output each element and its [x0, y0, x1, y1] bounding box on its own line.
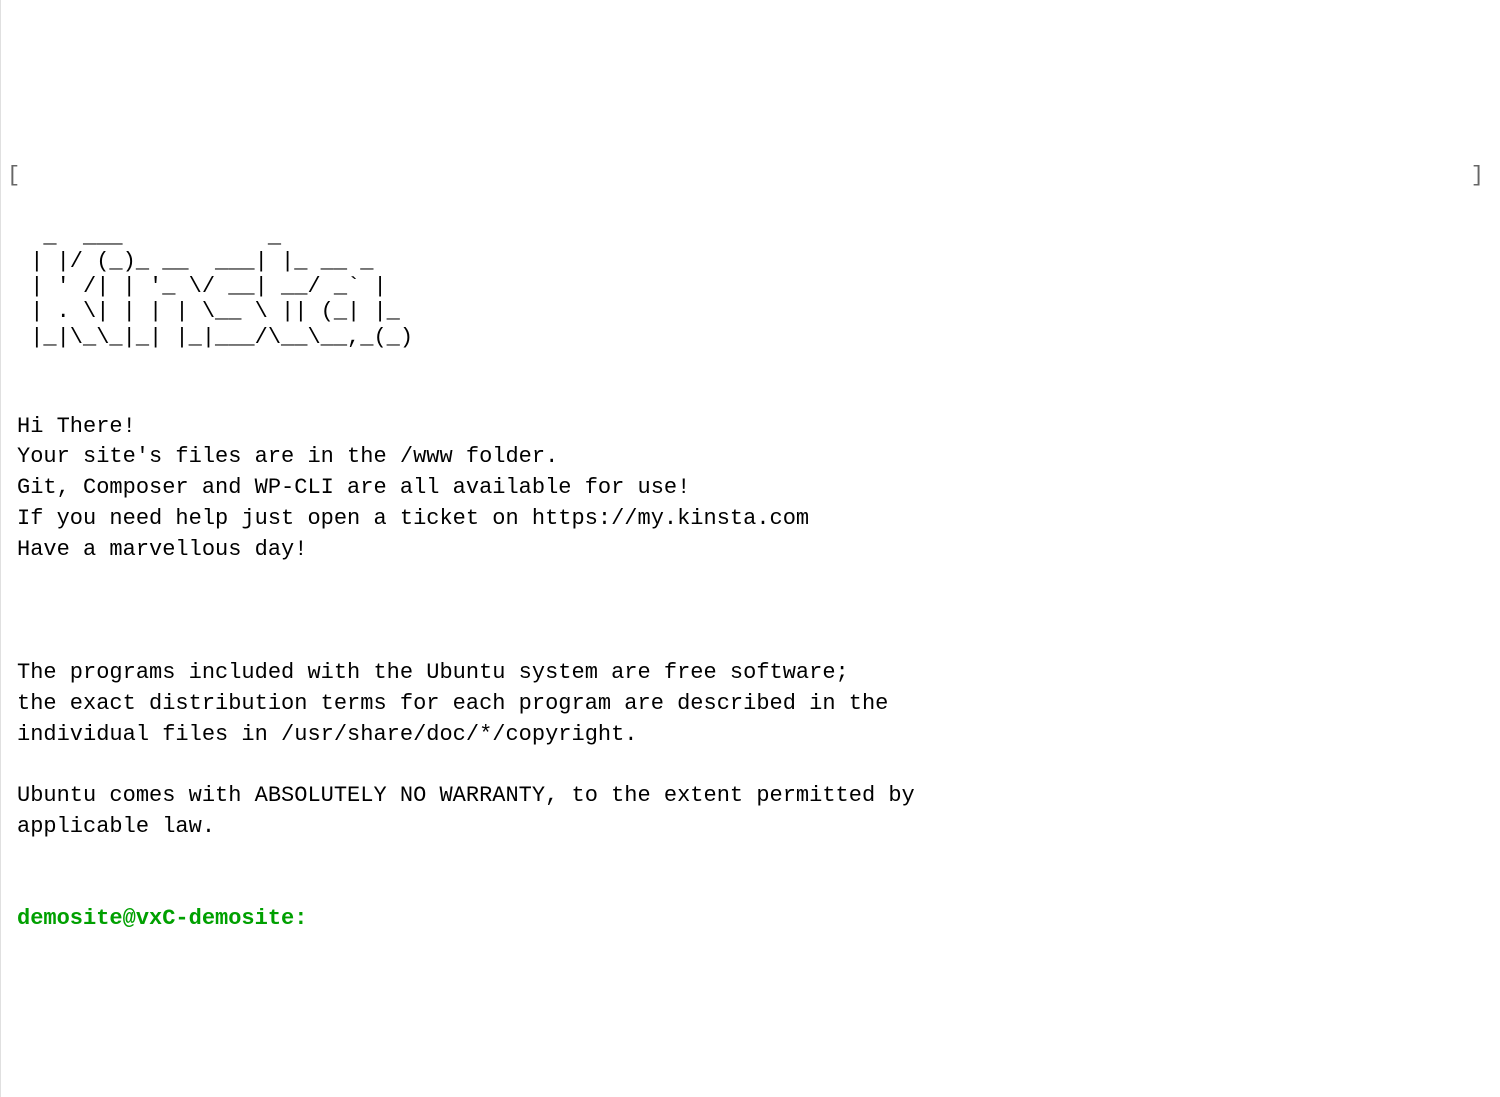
- ascii-art-banner: _ ___ _ | |/ (_)_ __ ___| |_ __ _ | ' /|…: [17, 224, 1484, 350]
- ubuntu-line-4: Ubuntu comes with ABSOLUTELY NO WARRANTY…: [17, 783, 915, 808]
- motd-line-4: If you need help just open a ticket on h…: [17, 506, 809, 531]
- motd-greeting: Hi There! Your site's files are in the /…: [17, 412, 1484, 566]
- terminal-window[interactable]: [ ] _ ___ _ | |/ (_)_ __ ___| |_ __ _ | …: [17, 131, 1484, 935]
- ascii-line-5: |_|\_\_|_| |_|___/\__\__,_(_): [17, 325, 413, 350]
- blank-line: [17, 381, 1484, 412]
- motd-line-3: Git, Composer and WP-CLI are all availab…: [17, 475, 690, 500]
- prompt-user-host: demosite@vxC-demosite: [17, 906, 294, 931]
- blank-line: [17, 874, 1484, 905]
- ubuntu-line-3: individual files in /usr/share/doc/*/cop…: [17, 722, 638, 747]
- ascii-line-2: | |/ (_)_ __ ___| |_ __ _: [17, 249, 373, 274]
- shell-prompt[interactable]: demosite@vxC-demosite:: [17, 906, 307, 931]
- ascii-line-1: _ ___ _: [17, 224, 281, 249]
- prompt-separator: :: [294, 906, 307, 931]
- ascii-line-4: | . \| | | | \__ \ || (_| |_: [17, 299, 400, 324]
- ubuntu-line-1: The programs included with the Ubuntu sy…: [17, 660, 849, 685]
- motd-line-5: Have a marvellous day!: [17, 537, 307, 562]
- ubuntu-line-5: applicable law.: [17, 814, 215, 839]
- ubuntu-notice: The programs included with the Ubuntu sy…: [17, 658, 1484, 843]
- motd-line-1: Hi There!: [17, 414, 136, 439]
- ascii-line-3: | ' /| | '_ \/ __| __/ _` |: [17, 274, 387, 299]
- ubuntu-line-2: the exact distribution terms for each pr…: [17, 691, 888, 716]
- bracket-right: ]: [1471, 161, 1484, 192]
- motd-line-2: Your site's files are in the /www folder…: [17, 444, 558, 469]
- blank-line: [17, 596, 1484, 627]
- bracket-left: [: [7, 161, 20, 192]
